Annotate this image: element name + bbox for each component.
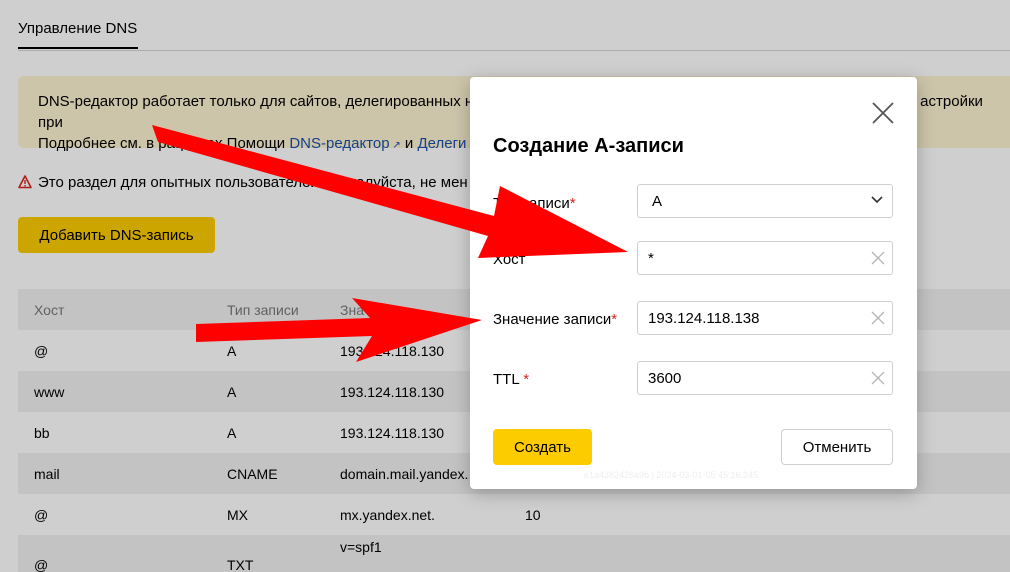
record-type-select[interactable]: A [637, 184, 893, 218]
host-label: Хост [493, 251, 526, 268]
ttl-label: TTL * [493, 371, 529, 388]
host-input-value: * [648, 250, 654, 267]
record-value-label: Значение записи* [493, 311, 617, 328]
record-value-input-value: 193.124.118.138 [648, 310, 760, 327]
host-input[interactable]: * [637, 241, 893, 275]
clear-icon[interactable] [871, 371, 885, 385]
create-button[interactable]: Создать [493, 429, 592, 465]
record-value-input[interactable]: 193.124.118.138 [637, 301, 893, 335]
record-type-value: A [652, 193, 663, 210]
record-type-label-text: Тип записи [493, 195, 570, 212]
build-stamp: e1a4382426a9b | 2024-03-01-05:45:16.245 [584, 470, 758, 480]
cancel-button[interactable]: Отменить [781, 429, 893, 465]
chevron-down-icon [871, 196, 883, 204]
clear-icon[interactable] [871, 311, 885, 325]
record-type-label: Тип записи* [493, 195, 576, 212]
required-marker: * [611, 311, 618, 328]
create-a-record-dialog: Создание A-записи Тип записи* A Хост * З… [470, 77, 917, 489]
close-icon[interactable] [871, 101, 895, 125]
required-marker: * [569, 195, 576, 212]
required-marker: * [523, 371, 530, 388]
ttl-label-text: TTL [493, 371, 520, 388]
record-value-label-text: Значение записи [493, 311, 612, 328]
ttl-input-value: 3600 [648, 370, 682, 387]
host-label-text: Хост [493, 251, 526, 268]
ttl-input[interactable]: 3600 [637, 361, 893, 395]
dialog-title: Создание A-записи [493, 135, 684, 157]
clear-icon[interactable] [871, 251, 885, 265]
